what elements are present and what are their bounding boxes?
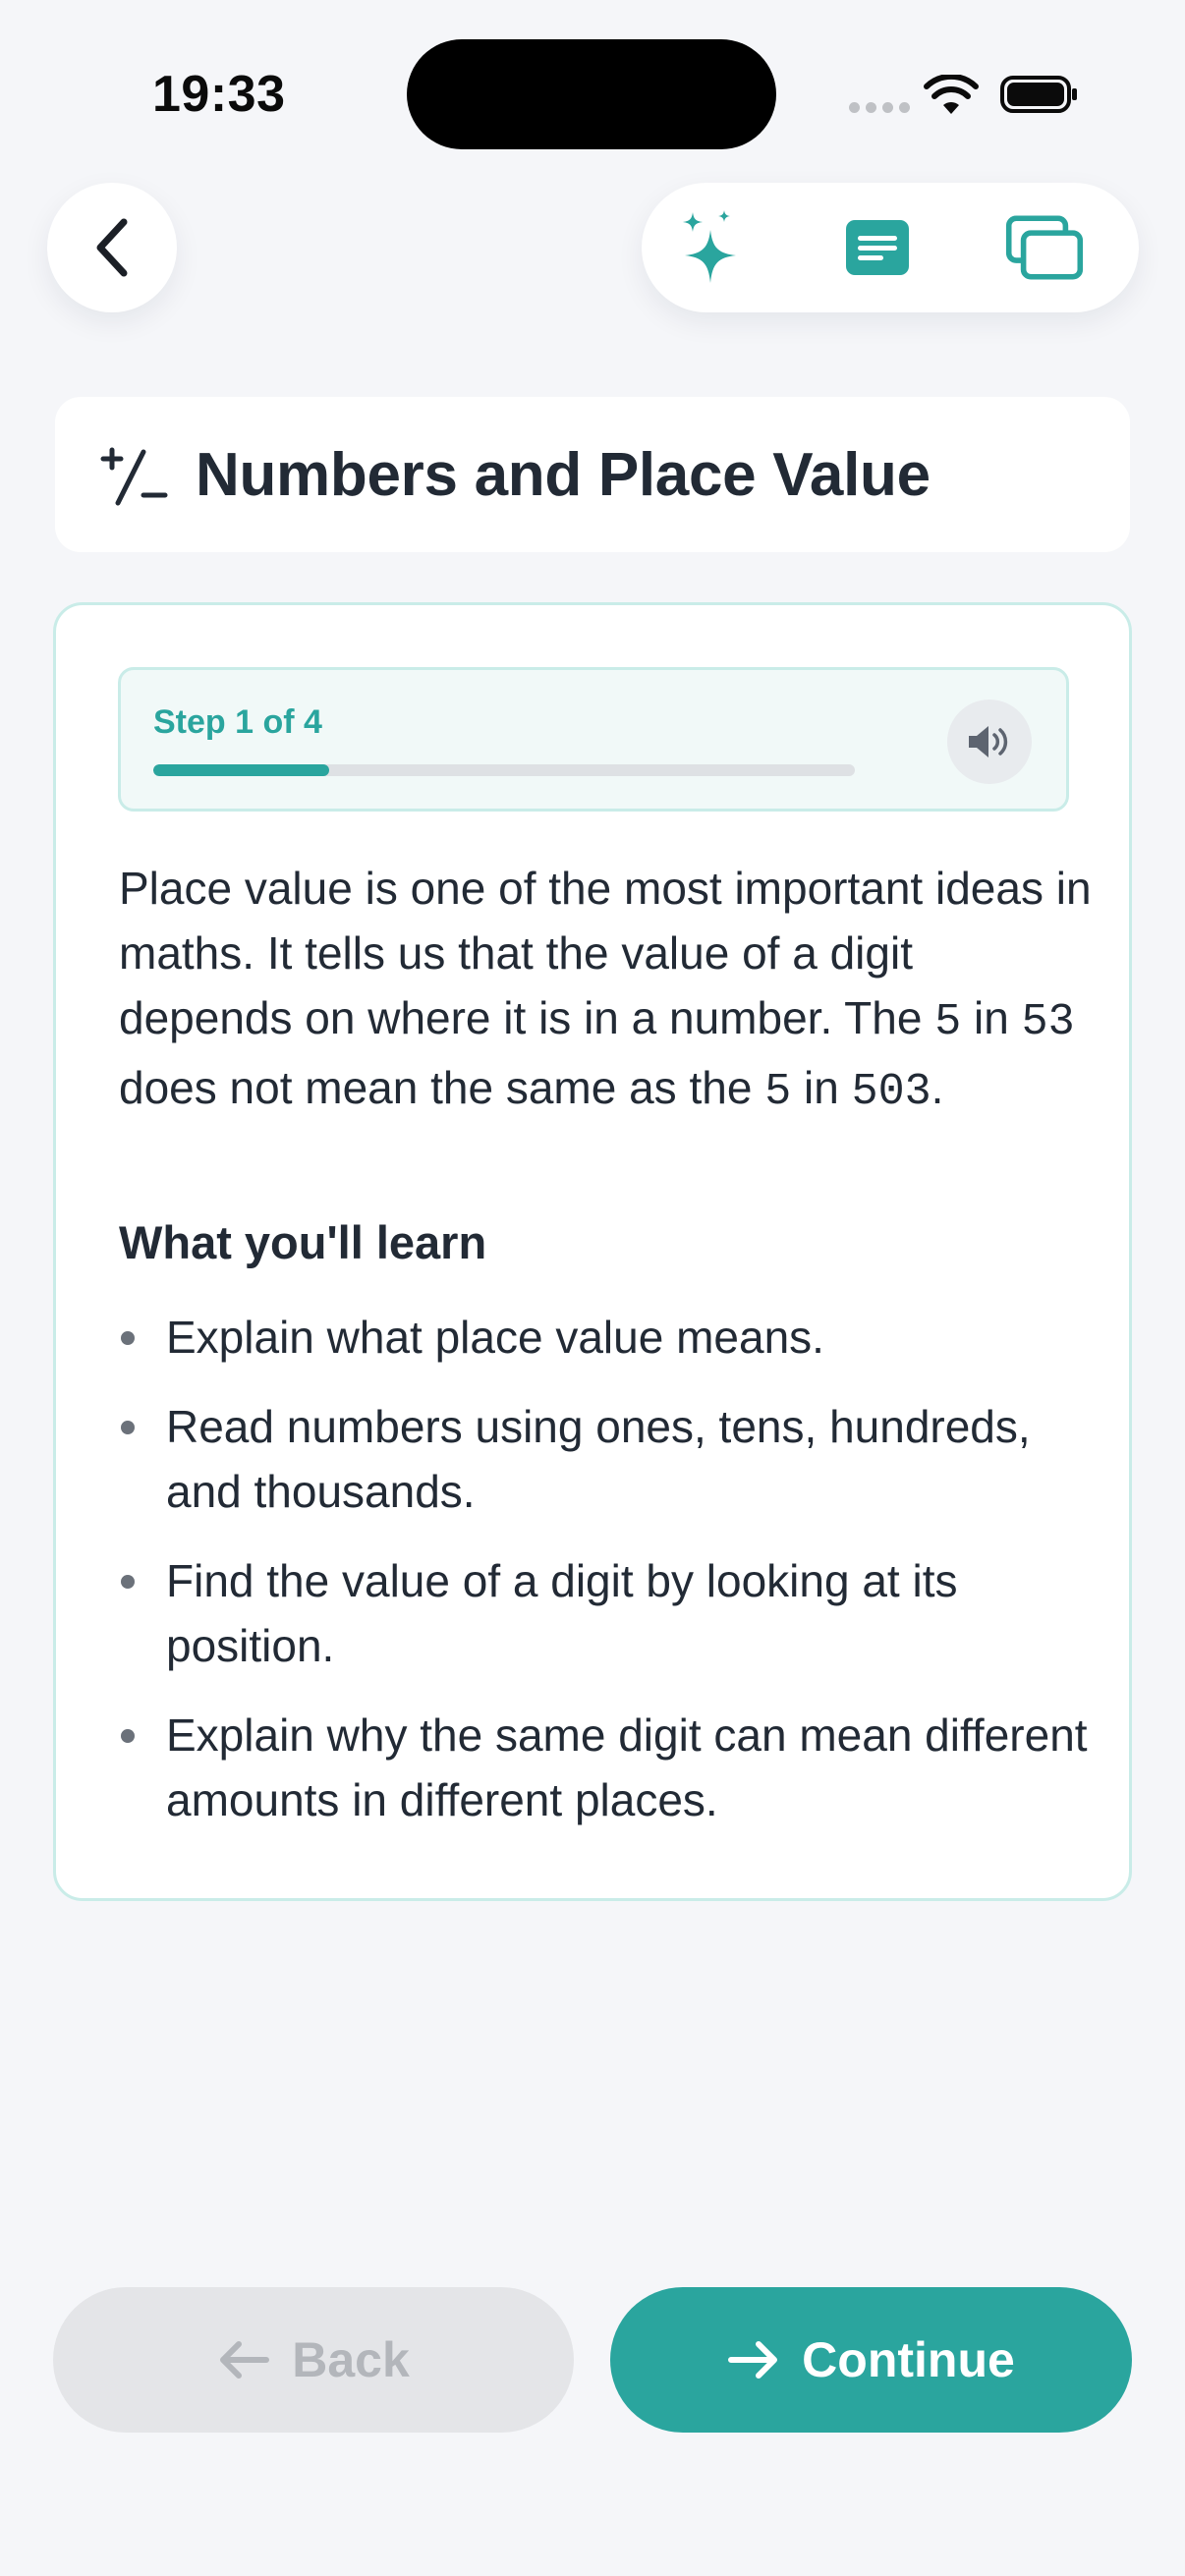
- lesson-intro-text: Place value is one of the most important…: [119, 863, 1092, 1117]
- list-item: Find the value of a digit by looking at …: [119, 1548, 1092, 1678]
- learn-heading: What you'll learn: [119, 1216, 487, 1268]
- back-nav-button[interactable]: [47, 183, 177, 312]
- read-aloud-button[interactable]: [947, 700, 1032, 784]
- lesson-content-card: Step 1 of 4 Place value is one of the mo…: [53, 602, 1132, 1901]
- dynamic-island: [407, 39, 776, 149]
- status-time: 19:33: [152, 66, 286, 123]
- back-button-label: Back: [292, 2332, 410, 2387]
- speaker-icon: [969, 726, 1008, 757]
- flashcards-button[interactable]: [1005, 208, 1084, 287]
- step-progress: Step 1 of 4: [118, 667, 1069, 812]
- progress-bar-fill: [153, 764, 329, 776]
- arrow-left-icon: [220, 2341, 270, 2379]
- sparkles-icon: [683, 210, 736, 283]
- list-item: Read numbers using ones, tens, hundreds,…: [119, 1394, 1092, 1524]
- continue-button-label: Continue: [802, 2332, 1015, 2387]
- learning-objectives-list: Explain what place value means. Read num…: [119, 1305, 1092, 1857]
- ai-assist-button[interactable]: [671, 208, 750, 287]
- arrow-right-icon: [728, 2341, 778, 2379]
- continue-button[interactable]: Continue: [610, 2287, 1132, 2433]
- header-actions: [642, 183, 1139, 312]
- wifi-icon: [924, 75, 979, 114]
- page-title: Numbers and Place Value: [196, 441, 931, 509]
- lesson-title-card: Numbers and Place Value: [55, 397, 1130, 552]
- chevron-left-icon: [96, 218, 128, 277]
- notes-button[interactable]: [838, 208, 917, 287]
- plus-minus-icon: [100, 447, 168, 506]
- list-item: Explain why the same digit can mean diff…: [119, 1703, 1092, 1832]
- notes-icon: [846, 220, 909, 275]
- cards-icon: [1005, 215, 1084, 280]
- back-button[interactable]: Back: [53, 2287, 574, 2433]
- battery-icon: [1000, 76, 1077, 113]
- cellular-signal-icon: [849, 102, 910, 113]
- status-bar: 19:33: [0, 0, 1185, 187]
- list-item: Explain what place value means.: [119, 1305, 1092, 1370]
- progress-bar: [153, 764, 855, 776]
- step-label: Step 1 of 4: [153, 703, 322, 741]
